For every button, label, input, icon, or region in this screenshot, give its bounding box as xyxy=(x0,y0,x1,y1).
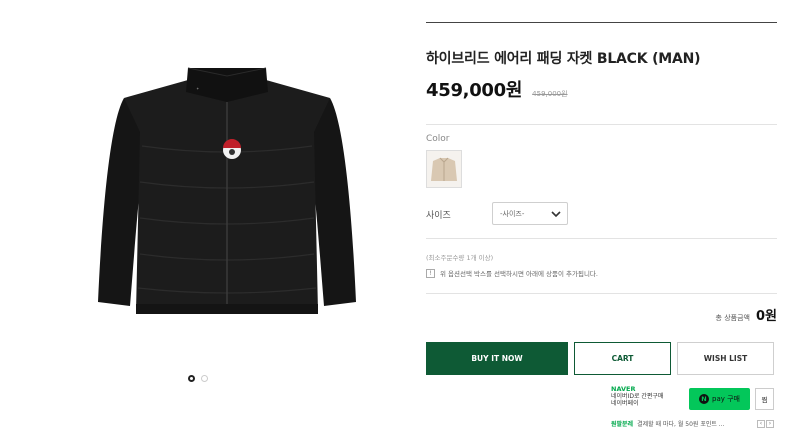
product-title: 하이브리드 에어리 패딩 자켓 BLACK (MAN) xyxy=(426,51,701,67)
event-tag: 원팔분레 xyxy=(611,421,634,428)
divider xyxy=(426,293,777,294)
original-price: 459,000원 xyxy=(532,90,568,98)
chevron-down-icon xyxy=(551,210,561,217)
naver-pay-brand: NAVER 네이버ID로 간편구매 네이버페이 xyxy=(611,385,664,408)
color-swatch[interactable] xyxy=(426,150,462,188)
price-row: 459,000원 459,000원 xyxy=(426,76,568,102)
event-text: 결제할 때 마다, 월 50원 포인트 ... xyxy=(637,421,725,428)
carousel-dot-active[interactable] xyxy=(188,375,195,382)
naver-n-icon: N xyxy=(699,394,709,404)
product-image[interactable]: ✦ xyxy=(96,62,358,320)
divider xyxy=(426,22,777,23)
product-gallery: ✦ xyxy=(0,0,400,442)
product-info: 하이브리드 에어리 패딩 자켓 BLACK (MAN) 459,000원 459… xyxy=(426,0,777,442)
naver-pay-button[interactable]: N pay 구매 xyxy=(689,388,750,410)
wish-list-button[interactable]: WISH LIST xyxy=(677,342,774,375)
naver-pay-event: 원팔분레 결제할 때 마다, 월 50원 포인트 ... ‹ › xyxy=(611,419,774,428)
total-price: 총 상품금액 0원 xyxy=(716,305,777,324)
info-icon: ! xyxy=(426,268,435,278)
naver-logo: NAVER xyxy=(611,385,636,393)
chevron-right-icon[interactable]: › xyxy=(766,419,774,428)
option-hint: ! 위 옵션선택 박스를 선택하시면 아래에 상품이 추가됩니다. xyxy=(426,268,598,278)
color-label: Color xyxy=(426,134,450,144)
option-hint-text: 위 옵션선택 박스를 선택하시면 아래에 상품이 추가됩니다. xyxy=(440,270,598,278)
divider xyxy=(426,238,777,239)
total-value: 0원 xyxy=(755,309,777,324)
size-label: 사이즈 xyxy=(426,211,451,221)
naver-wish-button[interactable]: 찜 xyxy=(755,388,774,410)
carousel-dot[interactable] xyxy=(201,375,208,382)
divider xyxy=(426,124,777,125)
cart-button[interactable]: CART xyxy=(574,342,671,375)
chevron-left-icon[interactable]: ‹ xyxy=(757,419,765,428)
naver-pay-button-label: pay 구매 xyxy=(712,395,740,403)
size-select[interactable]: -사이즈- xyxy=(492,202,568,225)
naver-pay-box: NAVER 네이버ID로 간편구매 네이버페이 N pay 구매 찜 xyxy=(611,384,774,414)
sale-price: 459,000원 xyxy=(426,80,523,101)
size-select-value: -사이즈- xyxy=(500,209,525,218)
carousel-dots xyxy=(188,375,208,382)
buy-now-button[interactable]: BUY IT NOW xyxy=(426,342,568,375)
total-label: 총 상품금액 xyxy=(715,314,750,322)
naver-pay-line2: 네이버페이 xyxy=(611,400,639,407)
min-qty-note: (최소주문수량 1개 이상) xyxy=(426,254,494,262)
swatch-jacket-thumbnail xyxy=(431,157,457,181)
naver-pay-line1: 네이버ID로 간편구매 xyxy=(611,393,664,400)
